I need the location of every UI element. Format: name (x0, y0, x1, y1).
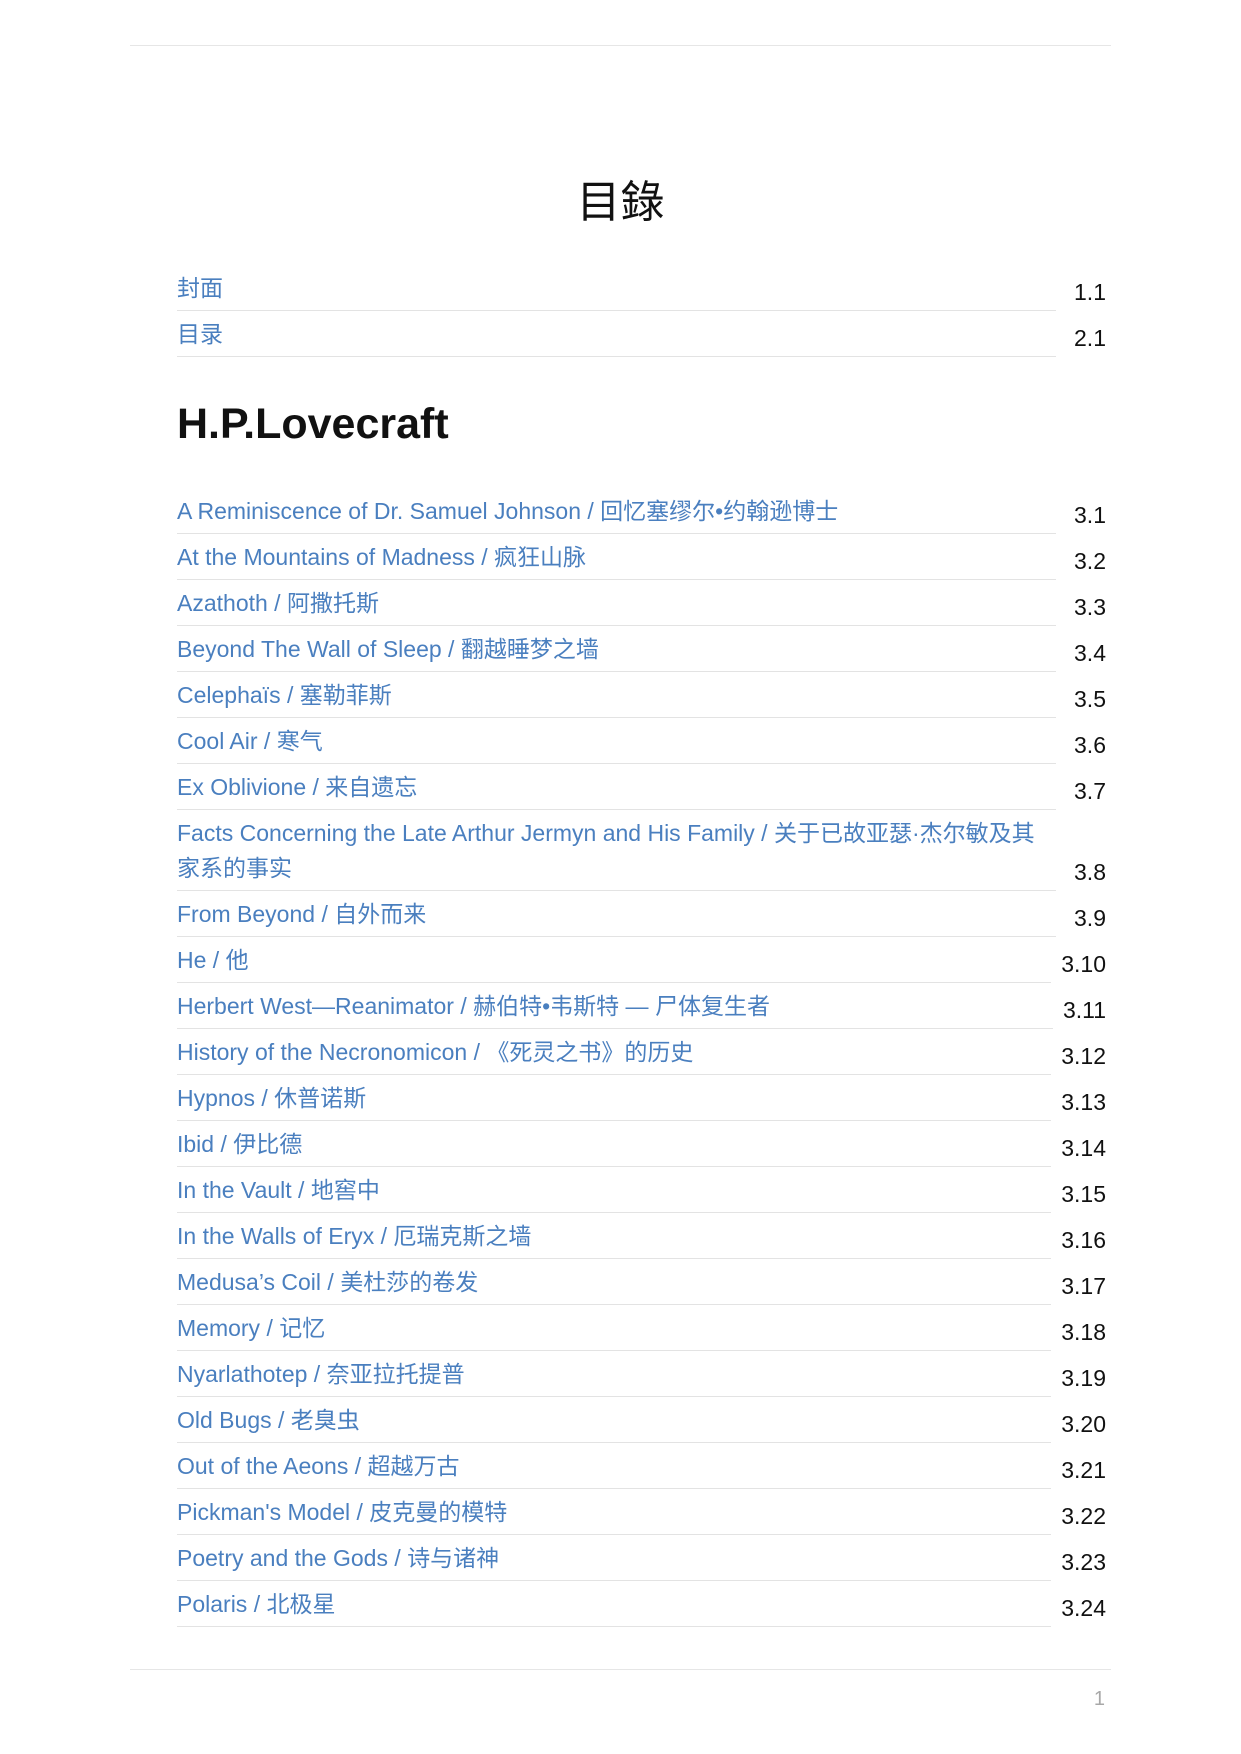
footer-rule (130, 1669, 1111, 1670)
toc-entry-title[interactable]: Facts Concerning the Late Arthur Jermyn … (177, 810, 1056, 891)
toc-entry[interactable]: Facts Concerning the Late Arthur Jermyn … (177, 810, 1106, 891)
toc-entry-title[interactable]: 目录 (177, 311, 1056, 357)
toc-entry-title[interactable]: Azathoth / 阿撒托斯 (177, 580, 1056, 626)
toc-entry-number: 3.23 (1061, 1549, 1106, 1575)
toc-entry[interactable]: Azathoth / 阿撒托斯 3.3 (177, 580, 1106, 626)
toc-entry-number: 3.12 (1061, 1043, 1106, 1069)
toc-entry-title[interactable]: 封面 (177, 265, 1056, 311)
toc-entry[interactable]: Cool Air / 寒气 3.6 (177, 718, 1106, 764)
toc-entry-title[interactable]: History of the Necronomicon / 《死灵之书》的历史 (177, 1029, 1052, 1075)
toc-entry-title[interactable]: Polaris / 北极星 (177, 1581, 1052, 1627)
toc-entry[interactable]: Polaris / 北极星 3.24 (177, 1581, 1106, 1627)
toc-entry[interactable]: Celephaïs / 塞勒菲斯 3.5 (177, 672, 1106, 718)
toc-entry[interactable]: Memory / 记忆 3.18 (177, 1305, 1106, 1351)
toc-entry[interactable]: In the Walls of Eryx / 厄瑞克斯之墙 3.16 (177, 1213, 1106, 1259)
toc-entry-title[interactable]: Herbert West—Reanimator / 赫伯特•韦斯特 — 尸体复生… (177, 983, 1053, 1029)
toc-entry[interactable]: Nyarlathotep / 奈亚拉托提普 3.19 (177, 1351, 1106, 1397)
toc-entry-title[interactable]: He / 他 (177, 937, 1052, 983)
toc-entry[interactable]: At the Mountains of Madness / 疯狂山脉 3.2 (177, 534, 1106, 580)
toc-entry-number: 3.8 (1074, 859, 1106, 885)
page-number: 1 (1093, 1688, 1105, 1710)
toc-entry-title[interactable]: Memory / 记忆 (177, 1305, 1052, 1351)
toc-entry[interactable]: Ibid / 伊比德 3.14 (177, 1121, 1106, 1167)
toc-entry-title[interactable]: At the Mountains of Madness / 疯狂山脉 (177, 534, 1056, 580)
toc-entry[interactable]: Hypnos / 休普诺斯 3.13 (177, 1075, 1106, 1121)
toc-entry-title[interactable]: Hypnos / 休普诺斯 (177, 1075, 1052, 1121)
toc-entry[interactable]: 封面 1.1 (177, 265, 1106, 311)
toc-entry-title[interactable]: Beyond The Wall of Sleep / 翻越睡梦之墙 (177, 626, 1056, 672)
toc-entry-number: 3.22 (1061, 1503, 1106, 1529)
toc-entry-number: 3.20 (1061, 1411, 1106, 1437)
toc-entry[interactable]: Out of the Aeons / 超越万古 3.21 (177, 1443, 1106, 1489)
toc-entry-title[interactable]: Nyarlathotep / 奈亚拉托提普 (177, 1351, 1052, 1397)
toc-entry[interactable]: From Beyond / 自外而来 3.9 (177, 891, 1106, 937)
toc-entry[interactable]: He / 他 3.10 (177, 937, 1106, 983)
toc-entry-title[interactable]: In the Walls of Eryx / 厄瑞克斯之墙 (177, 1213, 1052, 1259)
toc-entry-title[interactable]: Out of the Aeons / 超越万古 (177, 1443, 1052, 1489)
toc-entry-number: 3.9 (1074, 905, 1106, 931)
toc-entry-title[interactable]: Celephaïs / 塞勒菲斯 (177, 672, 1056, 718)
toc-entry[interactable]: Beyond The Wall of Sleep / 翻越睡梦之墙 3.4 (177, 626, 1106, 672)
toc-entry-number: 3.11 (1062, 997, 1106, 1023)
toc-entry-title[interactable]: Poetry and the Gods / 诗与诸神 (177, 1535, 1052, 1581)
toc-entry-title[interactable]: A Reminiscence of Dr. Samuel Johnson / 回… (177, 488, 1056, 534)
toc-entry-number: 3.14 (1061, 1135, 1106, 1161)
toc-entry-number: 3.7 (1074, 778, 1106, 804)
toc-entry-number: 3.21 (1061, 1457, 1106, 1483)
toc-entry[interactable]: Poetry and the Gods / 诗与诸神 3.23 (177, 1535, 1106, 1581)
toc-entry[interactable]: Medusa’s Coil / 美杜莎的卷发 3.17 (177, 1259, 1106, 1305)
toc-entry-number: 3.24 (1061, 1595, 1106, 1621)
toc-entry[interactable]: A Reminiscence of Dr. Samuel Johnson / 回… (177, 488, 1106, 534)
toc-entry[interactable]: History of the Necronomicon / 《死灵之书》的历史 3… (177, 1029, 1106, 1075)
toc-entry-title[interactable]: Ex Oblivione / 来自遗忘 (177, 764, 1056, 810)
toc-entry[interactable]: Old Bugs / 老臭虫 3.20 (177, 1397, 1106, 1443)
toc-entry-number: 3.3 (1074, 594, 1106, 620)
lovecraft-toc-list: A Reminiscence of Dr. Samuel Johnson / 回… (177, 488, 1106, 1627)
toc-entry-number: 3.15 (1061, 1181, 1106, 1207)
toc-entry-title[interactable]: From Beyond / 自外而来 (177, 891, 1056, 937)
toc-entry-number: 3.5 (1074, 686, 1106, 712)
toc-entry-title[interactable]: Ibid / 伊比德 (177, 1121, 1052, 1167)
toc-entry-number: 3.4 (1074, 640, 1106, 666)
toc-entry-title[interactable]: Cool Air / 寒气 (177, 718, 1056, 764)
toc-entry-number: 3.2 (1074, 548, 1106, 574)
toc-entry[interactable]: Ex Oblivione / 来自遗忘 3.7 (177, 764, 1106, 810)
page-title: 目錄 (576, 177, 665, 228)
toc-entry-number: 2.1 (1074, 325, 1106, 351)
toc-entry-number: 3.1 (1074, 502, 1106, 528)
header-rule (130, 45, 1111, 46)
toc-entry[interactable]: In the Vault / 地窖中 3.15 (177, 1167, 1106, 1213)
toc-entry-title[interactable]: Pickman's Model / 皮克曼的模特 (177, 1489, 1052, 1535)
toc-entry[interactable]: Herbert West—Reanimator / 赫伯特•韦斯特 — 尸体复生… (177, 983, 1106, 1029)
toc-entry-title[interactable]: Old Bugs / 老臭虫 (177, 1397, 1052, 1443)
toc-entry-number: 3.16 (1061, 1227, 1106, 1253)
toc-entry-title[interactable]: Medusa’s Coil / 美杜莎的卷发 (177, 1259, 1052, 1305)
toc-entry-number: 3.13 (1061, 1089, 1106, 1115)
section-heading: H.P.Lovecraft (177, 400, 449, 448)
toc-entry-number: 3.17 (1061, 1273, 1106, 1299)
toc-entry-title[interactable]: In the Vault / 地窖中 (177, 1167, 1052, 1213)
toc-entry-number: 3.18 (1061, 1319, 1106, 1345)
toc-entry-number: 3.19 (1061, 1365, 1106, 1391)
toc-entry[interactable]: 目录 2.1 (177, 311, 1106, 357)
toc-entry-number: 3.6 (1074, 732, 1106, 758)
toc-entry-number: 1.1 (1074, 279, 1106, 305)
top-toc-list: 封面 1.1 目录 2.1 (177, 265, 1106, 357)
toc-entry[interactable]: Pickman's Model / 皮克曼的模特 3.22 (177, 1489, 1106, 1535)
toc-entry-number: 3.10 (1061, 951, 1106, 977)
